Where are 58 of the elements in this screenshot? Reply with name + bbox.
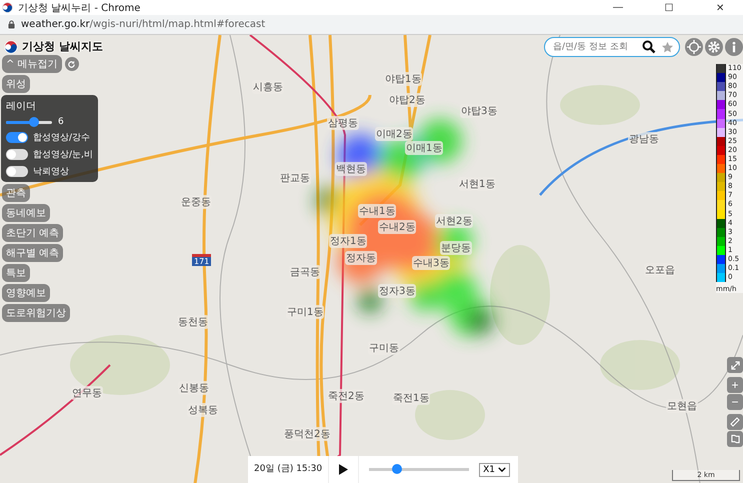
place-label: 이매1동 [405,141,444,155]
menu-button[interactable]: 특보 [2,264,30,282]
place-label: 구미1동 [286,305,324,319]
menu-button[interactable]: 도로위험기상 [2,304,70,322]
menu-button[interactable]: 해구별 예측 [2,244,64,262]
menu-button[interactable]: 영향예보 [2,284,50,302]
place-label: 금곡동 [289,265,321,279]
time-text: 20일 (금) 15:30 [248,456,330,483]
place-label: 모현읍 [666,399,698,413]
panel-title: 레이더 [6,100,37,113]
place-label: 죽전2동 [327,389,366,403]
place-label: 정자3동 [378,284,416,298]
place-label: 이매2동 [375,127,414,141]
place-label: 수내2동 [378,220,416,234]
maximize-button[interactable]: ☐ [646,2,692,14]
place-label: 풍덕천2동 [283,427,332,441]
place-label: 정자동 [345,251,377,265]
speed-select[interactable]: X1 [479,462,510,476]
place-label: 운중동 [180,195,212,209]
place-label: 성복동 [187,403,219,417]
place-label: 연무동 [71,386,103,400]
toggle-label: 합성영상/강수 [33,132,90,144]
search-field[interactable]: 읍/면/동 정보 조회 [544,37,680,57]
place-label: 시흥동 [252,80,284,94]
place-label: 오포읍 [644,263,676,277]
place-label: 서현2동 [435,214,474,228]
url-text[interactable]: weather.go.kr/wgis-nuri/html/map.html#forecast [21,19,266,30]
menu-button[interactable]: 동네예보 [2,204,50,222]
menu-button[interactable]: 관측 [2,184,30,202]
zoom-in-button[interactable]: + [727,377,743,393]
window-title: 기상청 날씨누리 - Chrome [18,2,140,14]
place-label: 분당동 [440,241,472,255]
place-label: 정자1동 [329,234,368,248]
toggle-label: 합성영상/눈,비 [33,149,93,161]
minimize-button[interactable]: — [595,2,641,13]
menu-button[interactable]: 초단기 예측 [2,224,64,242]
place-label: 야탑2동 [388,93,426,107]
logo-text: 기상청 날씨지도 [22,39,103,54]
place-label: 야탑3동 [460,104,498,118]
place-label: 동천동 [177,315,209,329]
menu-collapse-button[interactable]: ^ 메뉴접기 [2,55,62,73]
place-label: 서현1동 [458,177,496,191]
menu-button[interactable]: 위성 [2,75,30,93]
toggle-label: 낙뢰영상 [33,166,69,178]
slider-value: 6 [58,117,64,127]
place-label: 판교동 [279,171,311,185]
close-button[interactable]: ✕ [697,2,743,14]
place-label: 구미동 [368,341,400,355]
zoom-out-button[interactable]: − [727,394,743,410]
place-label: 수내1동 [358,204,396,218]
place-label: 삼평동 [327,116,359,130]
place-label: 백현동 [335,162,367,176]
road-number-sign: 171 [192,254,212,266]
place-label: 광남동 [628,132,660,146]
place-label: 죽전1동 [392,391,430,405]
place-label: 수내3동 [412,256,450,270]
place-label: 야탑1동 [384,72,422,86]
place-label: 신봉동 [178,381,210,395]
